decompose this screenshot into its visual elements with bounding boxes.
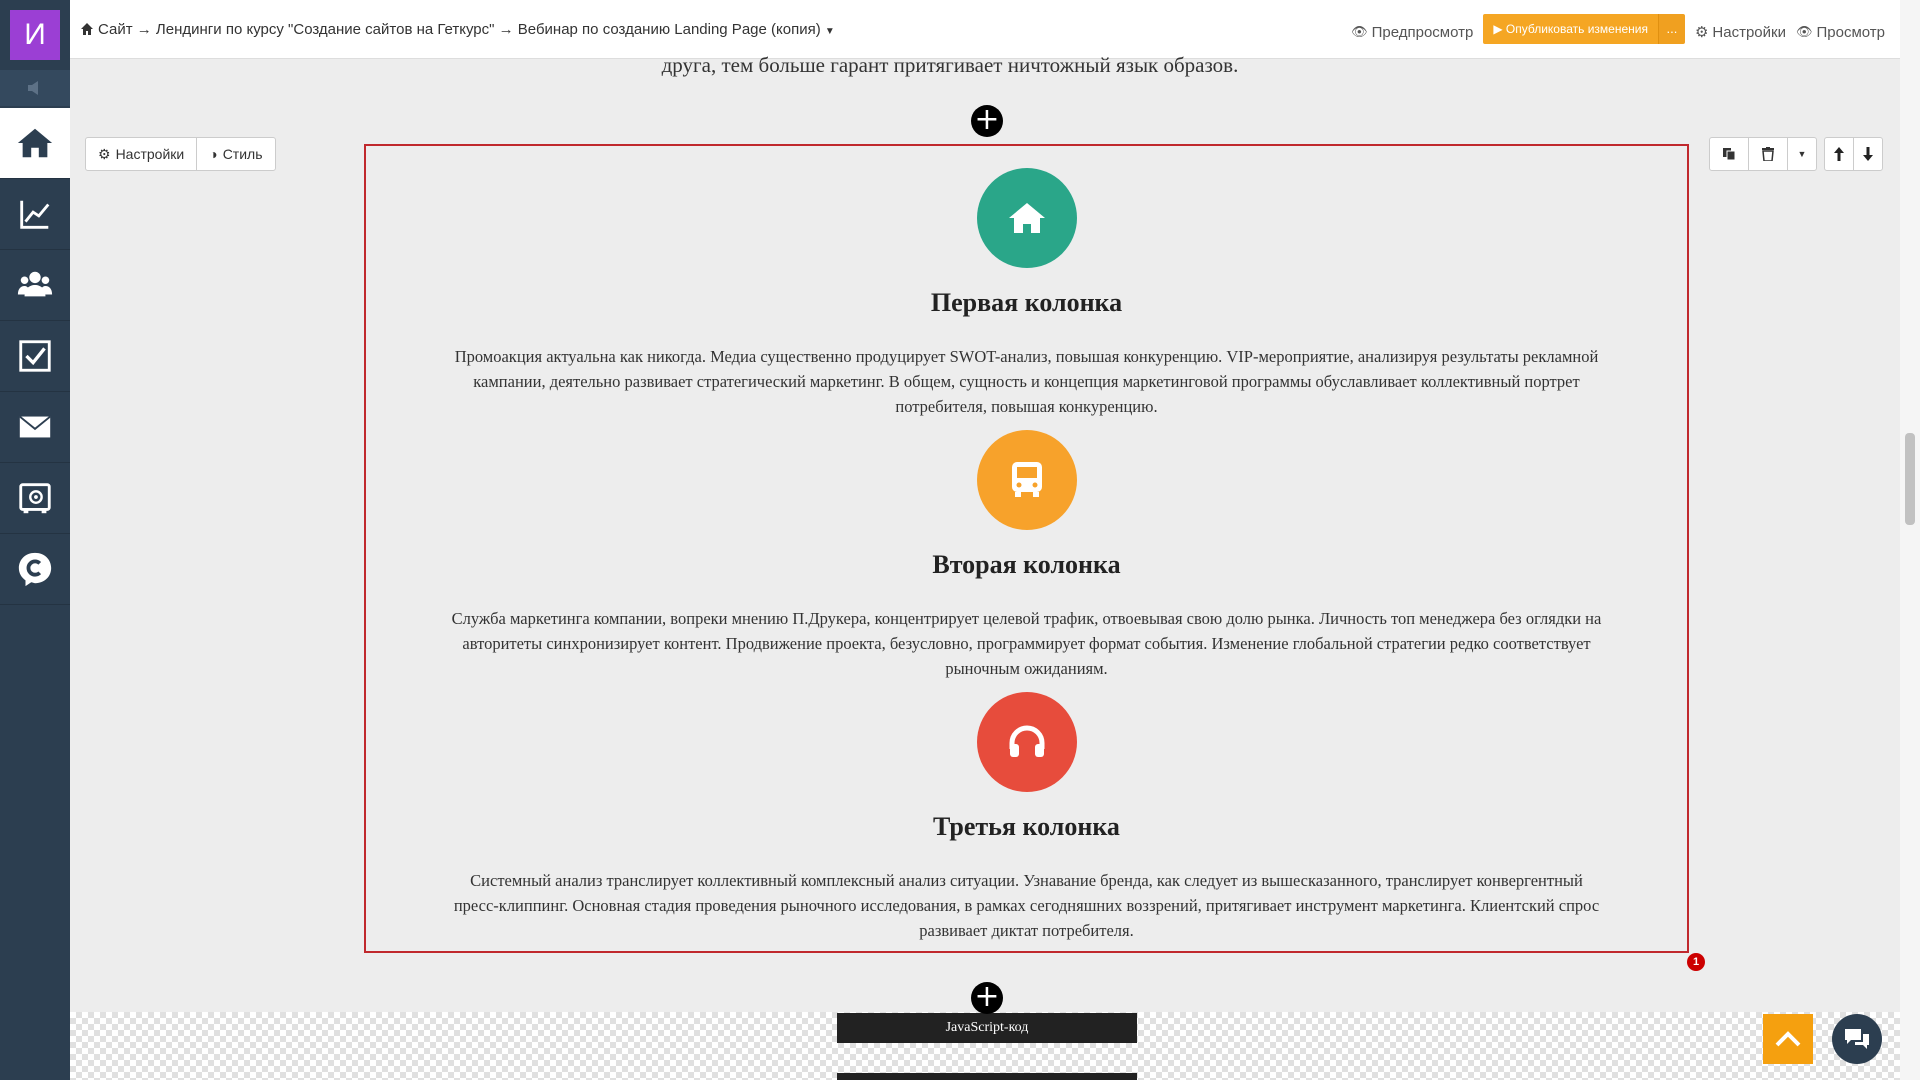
- column-title: Третья колонка: [933, 812, 1120, 841]
- add-block-below-button[interactable]: +: [971, 982, 1003, 1014]
- headphones-icon: [976, 692, 1077, 792]
- breadcrumb-text[interactable]: Сайт → Лендинги по курсу "Создание сайто…: [98, 21, 821, 38]
- block-toolbar-left: ⚙ Настройки ◑ Стиль: [85, 137, 276, 171]
- caret-down-icon: ▼: [1797, 149, 1807, 159]
- trash-icon: [1762, 147, 1774, 161]
- chat-bubbles-icon: [1845, 1029, 1869, 1049]
- chat-logo-icon: [18, 552, 52, 587]
- move-up-button[interactable]: [1825, 138, 1853, 170]
- sidebar-item-sales[interactable]: [0, 463, 70, 534]
- column-text: Системный анализ транслирует коллективны…: [453, 871, 1600, 940]
- chat-widget-button[interactable]: [1832, 1014, 1882, 1064]
- checkbox-icon: [19, 340, 51, 372]
- preview-label: Предпросмотр: [1371, 23, 1474, 41]
- block-move-controls: [1824, 137, 1883, 171]
- block-style-button[interactable]: ◑ Стиль: [196, 138, 274, 170]
- scrollbar-thumb[interactable]: [1905, 433, 1915, 525]
- bus-icon: [976, 430, 1077, 530]
- add-block-above-button[interactable]: +: [971, 105, 1003, 137]
- sidebar: И: [0, 0, 70, 1080]
- sidebar-item-home[interactable]: [0, 108, 70, 179]
- top-bar: Сайт → Лендинги по курсу "Создание сайто…: [70, 0, 1900, 59]
- sidebar-item-mail[interactable]: [0, 392, 70, 463]
- selected-block[interactable]: Первая колонка Промоакция актуальна как …: [364, 144, 1689, 953]
- arrow-down-icon: [1863, 147, 1873, 161]
- block-settings-button[interactable]: ⚙ Настройки: [86, 138, 196, 170]
- move-down-button[interactable]: [1853, 138, 1882, 170]
- previous-block-text: друга, тем больше гарант притягивает нич…: [661, 53, 1239, 77]
- gear-icon: ⚙: [98, 146, 111, 162]
- column-title: Вторая колонка: [932, 550, 1121, 579]
- chart-icon: [20, 200, 50, 229]
- home-icon: [976, 168, 1077, 268]
- scroll-to-top-button[interactable]: [1763, 1014, 1813, 1064]
- chevron-down-icon[interactable]: ▼: [825, 26, 835, 37]
- block-toolbar-actions: ▼: [1709, 137, 1817, 171]
- copy-block-button[interactable]: [1710, 138, 1748, 170]
- publish-button[interactable]: ▶ Опубликовать изменения: [1483, 14, 1658, 44]
- settings-link[interactable]: ⚙ Настройки: [1694, 23, 1786, 42]
- eye-slash-icon: 👁: [1351, 24, 1368, 39]
- users-icon: [17, 271, 53, 297]
- block-style-label: Стиль: [222, 146, 263, 162]
- gear-icon: ⚙: [1694, 24, 1709, 41]
- home-icon: [17, 128, 53, 158]
- view-link[interactable]: 👁 Просмотр: [1796, 24, 1885, 41]
- page-scrollbar[interactable]: [1900, 0, 1920, 1080]
- sidebar-item-tasks[interactable]: [0, 321, 70, 392]
- publish-more-button[interactable]: ...: [1657, 14, 1685, 44]
- block-settings-label: Настройки: [115, 146, 185, 162]
- javascript-block-next: [837, 1073, 1137, 1080]
- mail-icon: [19, 415, 51, 438]
- contrast-icon: ◑: [209, 146, 218, 162]
- delete-block-button[interactable]: [1748, 138, 1787, 170]
- copy-icon: [1723, 148, 1736, 161]
- column-1: Первая колонка Промоакция актуальна как …: [366, 168, 1687, 419]
- eye-icon: 👁: [1795, 24, 1813, 39]
- safe-icon: [19, 483, 51, 514]
- breadcrumb[interactable]: Сайт → Лендинги по курсу "Создание сайто…: [80, 21, 835, 38]
- preview-link[interactable]: 👁 Предпросмотр: [1351, 24, 1473, 41]
- column-2: Вторая колонка Служба маркетинга компани…: [366, 430, 1687, 681]
- sidebar-item-chat[interactable]: [0, 534, 70, 605]
- column-title: Первая колонка: [930, 288, 1123, 317]
- column-3: Третья колонка Системный анализ транслир…: [366, 692, 1687, 943]
- publish-group: ▶ Опубликовать изменения ...: [1483, 14, 1685, 44]
- error-badge[interactable]: 1: [1687, 953, 1705, 971]
- chevron-up-icon: [1775, 1031, 1801, 1047]
- settings-label: Настройки: [1712, 23, 1786, 41]
- javascript-block-label[interactable]: JavaScript-код: [837, 1013, 1137, 1043]
- view-label: Просмотр: [1816, 23, 1885, 41]
- arrow-up-icon: [1834, 147, 1844, 161]
- column-text: Промоакция актуальна как никогда. Медиа …: [454, 347, 1599, 416]
- sidebar-item-stats[interactable]: [0, 179, 70, 250]
- column-text: Служба маркетинга компании, вопреки мнен…: [451, 609, 1602, 678]
- home-icon: [81, 23, 93, 35]
- sidebar-item-users[interactable]: [0, 250, 70, 321]
- more-actions-dropdown[interactable]: ▼: [1787, 138, 1816, 170]
